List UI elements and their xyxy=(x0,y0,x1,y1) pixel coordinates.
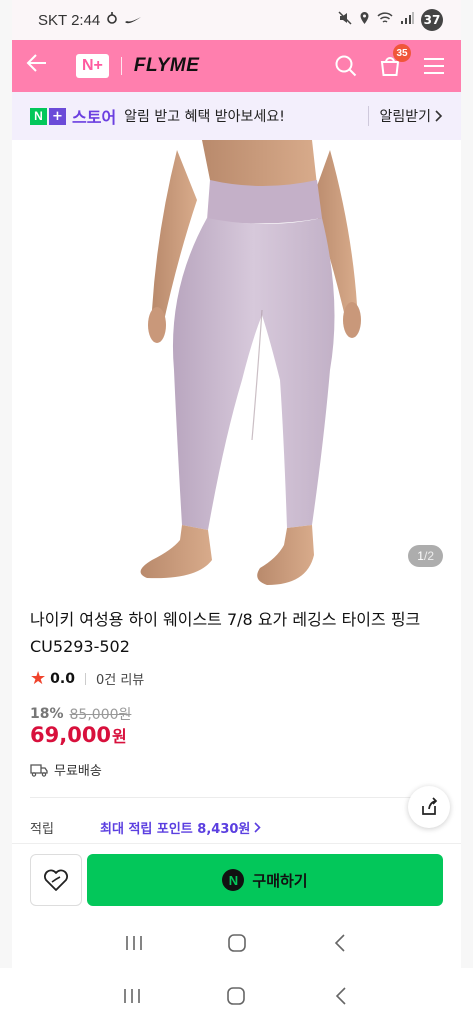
device-recent-apps-button[interactable] xyxy=(112,976,152,1016)
home-icon xyxy=(227,934,246,952)
points-value: 최대 적립 포인트 8,430원 xyxy=(100,822,251,837)
device-navigation-bar xyxy=(0,968,473,1024)
nike-swoosh-icon xyxy=(124,12,142,29)
naver-plus-logo[interactable]: N+ xyxy=(76,54,109,78)
app-header: N+ FLYME 35 xyxy=(12,40,461,92)
naver-pay-icon: N xyxy=(222,869,245,891)
naver-plus-store-logo: N + 스토어 xyxy=(30,104,116,128)
battery-indicator: 37 xyxy=(421,9,443,31)
shipping-info: 무료배송 xyxy=(30,760,102,779)
device-home-button[interactable] xyxy=(216,976,256,1016)
image-page-indicator: 1/2 xyxy=(408,545,443,567)
location-icon xyxy=(359,11,370,29)
product-image-gallery[interactable]: 1/2 xyxy=(12,140,461,590)
image-total-count: 2 xyxy=(427,549,434,563)
rating-divider xyxy=(84,672,86,685)
store-n-icon: N xyxy=(30,107,47,125)
subscribe-alerts-button[interactable]: 알림받기 xyxy=(368,106,443,126)
back-button[interactable] xyxy=(26,52,54,80)
home-button[interactable] xyxy=(217,923,257,963)
rating-summary[interactable]: ★ 0.0 0건 리뷰 xyxy=(30,668,144,689)
sale-price: 69,000 원 xyxy=(30,723,127,747)
arrow-left-icon xyxy=(26,54,46,72)
wifi-icon xyxy=(377,11,393,29)
subscribe-alerts-label: 알림받기 xyxy=(379,109,431,125)
home-icon xyxy=(227,987,246,1005)
section-divider xyxy=(30,797,443,798)
original-price: 85,000원 xyxy=(69,707,132,723)
points-row: 적립 최대 적립 포인트 8,430원 xyxy=(30,818,262,837)
recent-apps-button[interactable] xyxy=(114,923,154,963)
sale-price-unit: 원 xyxy=(112,727,127,746)
product-photo xyxy=(140,140,361,585)
chevron-left-icon xyxy=(335,987,346,1005)
status-bar: SKT 2:44 37 xyxy=(12,0,461,40)
menu-button[interactable] xyxy=(421,53,447,79)
buy-button[interactable]: N 구매하기 xyxy=(87,854,443,906)
back-nav-button[interactable] xyxy=(320,923,360,963)
truck-icon xyxy=(30,763,48,777)
heart-icon xyxy=(44,869,68,891)
points-link[interactable]: 최대 적립 포인트 8,430원 xyxy=(100,818,262,837)
shipping-label: 무료배송 xyxy=(54,764,102,779)
points-label: 적립 xyxy=(30,822,54,837)
mute-icon xyxy=(338,11,352,29)
discount-rate: 18% xyxy=(30,706,64,722)
cart-button[interactable]: 35 xyxy=(377,44,411,79)
chevron-right-icon xyxy=(254,822,262,833)
store-brand-name[interactable]: FLYME xyxy=(134,55,199,77)
share-button[interactable] xyxy=(408,786,450,828)
signal-icon xyxy=(400,11,414,29)
device-back-button[interactable] xyxy=(321,976,361,1016)
chevron-left-icon xyxy=(334,934,345,952)
image-current-index: 1 xyxy=(417,549,424,563)
sale-price-amount: 69,000 xyxy=(30,723,112,747)
purchase-action-bar: N 구매하기 xyxy=(12,843,461,918)
share-icon xyxy=(422,797,438,815)
notification-banner[interactable]: N + 스토어 알림 받고 혜택 받아보세요! 알림받기 xyxy=(12,92,461,140)
status-time: SKT 2:44 xyxy=(38,11,101,29)
product-title: 나이키 여성용 하이 웨이스트 7/8 요가 레깅스 타이즈 핑크 CU5293… xyxy=(30,610,421,656)
notice-message: 알림 받고 혜택 받아보세요! xyxy=(124,109,285,125)
naver-plus-logo-text: N+ xyxy=(82,57,103,74)
hamburger-menu-icon xyxy=(424,58,444,74)
search-button[interactable] xyxy=(333,53,359,79)
frame-right xyxy=(461,0,473,968)
cart-count-badge: 35 xyxy=(393,44,411,62)
buy-button-label: 구매하기 xyxy=(252,871,308,890)
review-count: 0건 리뷰 xyxy=(95,673,145,688)
frame-left xyxy=(0,0,12,968)
store-plus-icon: + xyxy=(49,107,66,125)
search-icon xyxy=(335,55,357,77)
rating-value: 0.0 xyxy=(50,670,75,687)
recent-apps-icon xyxy=(125,936,142,950)
notification-icon xyxy=(106,11,118,29)
chevron-right-icon xyxy=(435,110,443,122)
logo-divider xyxy=(120,57,122,75)
phone-screen: SKT 2:44 37 N+ FLYME 35 N + 스토어 알림 받고 혜택… xyxy=(12,0,461,968)
app-navigation-bar xyxy=(12,918,461,968)
recent-apps-icon xyxy=(124,989,140,1003)
wishlist-button[interactable] xyxy=(30,854,82,906)
discount-line: 18% 85,000원 xyxy=(30,704,131,724)
store-label: 스토어 xyxy=(72,108,117,127)
star-icon: ★ xyxy=(30,668,47,689)
